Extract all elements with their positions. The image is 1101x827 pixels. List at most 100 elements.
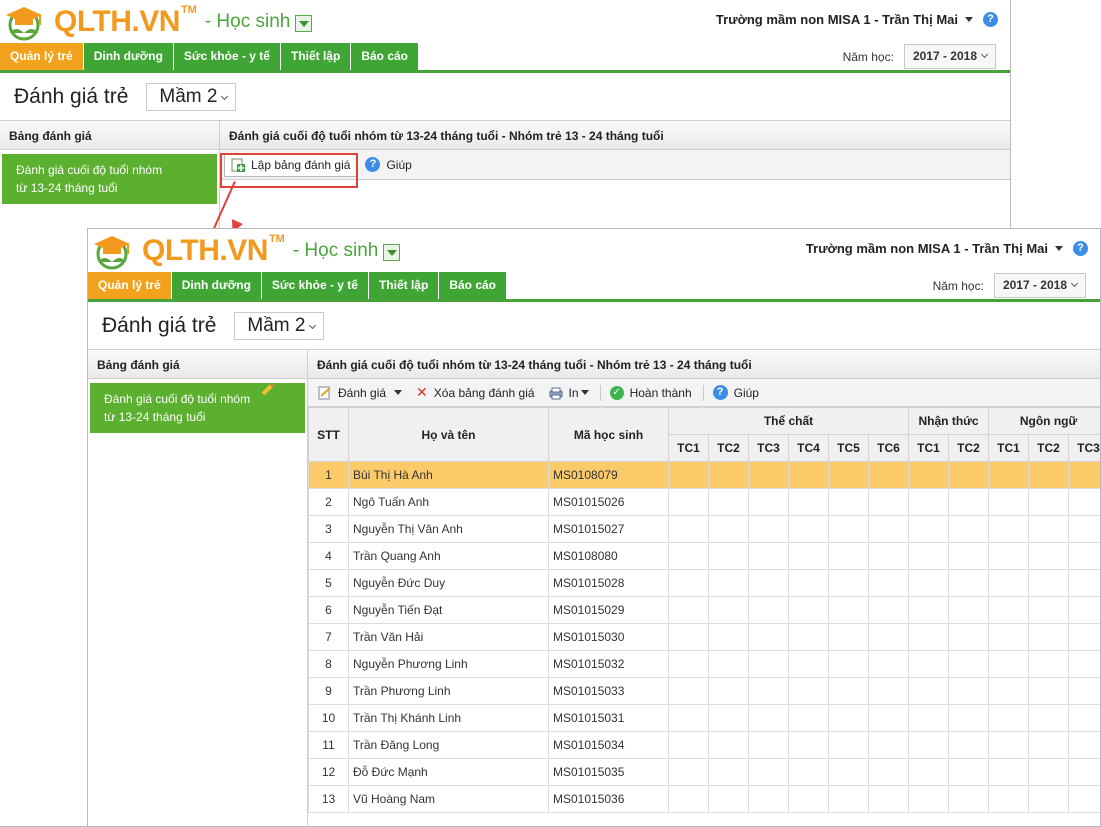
table-row[interactable]: 11 Trần Đăng Long MS01015034 xyxy=(308,731,1100,759)
criterion-cell[interactable] xyxy=(828,596,869,624)
criterion-cell[interactable] xyxy=(1028,461,1069,489)
header-stt[interactable]: STT xyxy=(308,407,349,462)
complete-button[interactable]: ✓ Hoàn thành xyxy=(604,382,698,404)
criterion-cell[interactable] xyxy=(868,677,909,705)
criterion-cell[interactable] xyxy=(668,758,709,786)
criterion-cell[interactable] xyxy=(908,650,949,678)
criterion-cell[interactable] xyxy=(788,650,829,678)
criterion-cell[interactable] xyxy=(908,677,949,705)
table-row[interactable]: 3 Nguyễn Thị Vân Anh MS01015027 xyxy=(308,515,1100,543)
criterion-cell[interactable] xyxy=(1028,596,1069,624)
criterion-cell[interactable] xyxy=(948,515,989,543)
criterion-cell[interactable] xyxy=(948,461,989,489)
criterion-cell[interactable] xyxy=(788,569,829,597)
criterion-cell[interactable] xyxy=(828,569,869,597)
criterion-cell[interactable] xyxy=(988,569,1029,597)
criterion-cell[interactable] xyxy=(788,785,829,813)
criterion-cell[interactable] xyxy=(828,623,869,651)
criterion-cell[interactable] xyxy=(868,488,909,516)
header-name[interactable]: Họ và tên xyxy=(348,407,549,462)
criterion-cell[interactable] xyxy=(1067,623,1100,651)
criterion-cell[interactable] xyxy=(1067,677,1100,705)
criterion-cell[interactable] xyxy=(788,515,829,543)
year-select[interactable]: 2017 - 2018 xyxy=(903,44,996,69)
criterion-cell[interactable] xyxy=(1028,758,1069,786)
criterion-cell[interactable] xyxy=(988,488,1029,516)
criterion-cell[interactable] xyxy=(988,731,1029,759)
criterion-cell[interactable] xyxy=(748,623,789,651)
criterion-cell[interactable] xyxy=(948,758,989,786)
criterion-cell[interactable] xyxy=(1028,677,1069,705)
year-select[interactable]: 2017 - 2018 xyxy=(993,273,1086,298)
criterion-cell[interactable] xyxy=(868,623,909,651)
evaluation-list-item[interactable]: Đánh giá cuối độ tuổi nhóm từ 13-24 thán… xyxy=(90,382,305,433)
criterion-cell[interactable] xyxy=(788,596,829,624)
criterion-cell[interactable] xyxy=(868,758,909,786)
criterion-cell[interactable] xyxy=(668,650,709,678)
class-select[interactable]: Mầm 2 xyxy=(234,311,325,340)
tab-bao-cao[interactable]: Báo cáo xyxy=(351,43,418,70)
table-row[interactable]: 6 Nguyễn Tiến Đạt MS01015029 xyxy=(308,596,1100,624)
criterion-cell[interactable] xyxy=(908,542,949,570)
tab-dinh-duong[interactable]: Dinh dưỡng xyxy=(83,43,173,70)
criterion-cell[interactable] xyxy=(708,515,749,543)
header-student-code[interactable]: Mã học sinh xyxy=(548,407,669,462)
criterion-cell[interactable] xyxy=(908,461,949,489)
criterion-cell[interactable] xyxy=(828,731,869,759)
criterion-cell[interactable] xyxy=(708,461,749,489)
tab-suc-khoe[interactable]: Sức khỏe - y tế xyxy=(173,43,280,70)
tab-thiet-lap[interactable]: Thiết lập xyxy=(368,272,439,299)
criterion-cell[interactable] xyxy=(708,596,749,624)
criterion-cell[interactable] xyxy=(1028,623,1069,651)
criterion-cell[interactable] xyxy=(1028,488,1069,516)
criterion-cell[interactable] xyxy=(988,515,1029,543)
table-row[interactable]: 9 Trần Phương Linh MS01015033 xyxy=(308,677,1100,705)
criterion-cell[interactable] xyxy=(748,704,789,732)
criterion-cell[interactable] xyxy=(668,569,709,597)
criterion-cell[interactable] xyxy=(1028,785,1069,813)
criterion-cell[interactable] xyxy=(668,515,709,543)
criterion-cell[interactable] xyxy=(668,731,709,759)
criterion-cell[interactable] xyxy=(1067,731,1100,759)
tab-dinh-duong[interactable]: Dinh dưỡng xyxy=(171,272,261,299)
criterion-cell[interactable] xyxy=(668,677,709,705)
criterion-cell[interactable] xyxy=(708,623,749,651)
criterion-cell[interactable] xyxy=(708,704,749,732)
criterion-cell[interactable] xyxy=(868,569,909,597)
criterion-cell[interactable] xyxy=(908,488,949,516)
help-button[interactable]: ? Giúp xyxy=(359,154,417,176)
criterion-cell[interactable] xyxy=(1067,596,1100,624)
criterion-cell[interactable] xyxy=(788,677,829,705)
evaluation-list-item[interactable]: Đánh giá cuối độ tuổi nhóm từ 13-24 thán… xyxy=(2,154,217,204)
criterion-cell[interactable] xyxy=(1067,569,1100,597)
help-icon[interactable]: ? xyxy=(983,12,998,27)
criterion-cell[interactable] xyxy=(708,677,749,705)
criterion-cell[interactable] xyxy=(868,596,909,624)
criterion-cell[interactable] xyxy=(788,488,829,516)
logo[interactable]: QLTH.VN TM - Học sinh xyxy=(92,232,401,270)
criterion-cell[interactable] xyxy=(868,515,909,543)
criterion-cell[interactable] xyxy=(1067,785,1100,813)
criterion-cell[interactable] xyxy=(788,542,829,570)
criterion-cell[interactable] xyxy=(668,785,709,813)
module-dropdown-button[interactable] xyxy=(295,14,313,32)
criterion-cell[interactable] xyxy=(908,515,949,543)
criterion-cell[interactable] xyxy=(748,650,789,678)
criterion-cell[interactable] xyxy=(668,542,709,570)
tab-thiet-lap[interactable]: Thiết lập xyxy=(280,43,351,70)
criterion-cell[interactable] xyxy=(788,758,829,786)
criterion-cell[interactable] xyxy=(828,488,869,516)
criterion-cell[interactable] xyxy=(1028,731,1069,759)
criterion-cell[interactable] xyxy=(908,596,949,624)
criterion-cell[interactable] xyxy=(948,542,989,570)
criterion-cell[interactable] xyxy=(948,569,989,597)
criterion-cell[interactable] xyxy=(748,515,789,543)
criterion-cell[interactable] xyxy=(868,704,909,732)
table-row[interactable]: 5 Nguyễn Đức Duy MS01015028 xyxy=(308,569,1100,597)
criterion-cell[interactable] xyxy=(988,758,1029,786)
criterion-cell[interactable] xyxy=(948,623,989,651)
criterion-cell[interactable] xyxy=(948,731,989,759)
criterion-cell[interactable] xyxy=(748,569,789,597)
table-row[interactable]: 12 Đỗ Đức Mạnh MS01015035 xyxy=(308,758,1100,786)
criterion-cell[interactable] xyxy=(668,488,709,516)
